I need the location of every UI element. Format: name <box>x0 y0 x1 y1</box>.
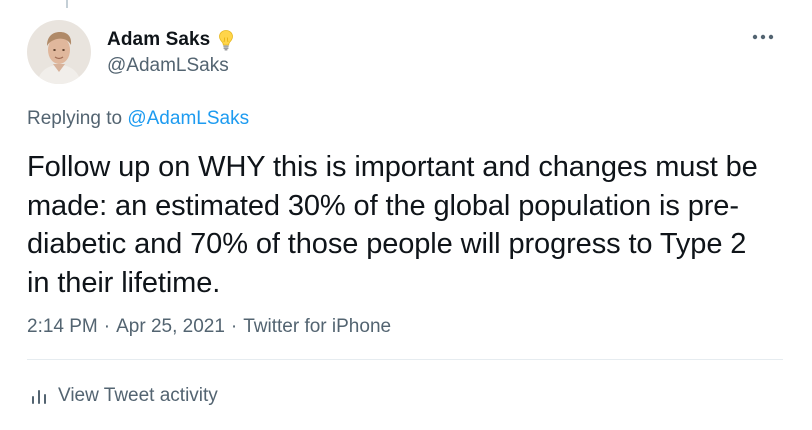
meta-separator: · <box>230 316 238 337</box>
divider <box>27 359 783 360</box>
bar-chart-icon <box>32 390 46 404</box>
meta-separator: · <box>103 316 111 337</box>
tweet-time[interactable]: 2:14 PM <box>27 316 98 338</box>
view-tweet-activity-button[interactable]: View Tweet activity <box>30 385 218 407</box>
author-names: Adam Saks @AdamLSaks <box>107 28 234 77</box>
author-handle[interactable]: @AdamLSaks <box>107 55 234 77</box>
more-horizontal-icon <box>752 34 774 40</box>
avatar-image <box>27 20 91 84</box>
thread-connector-line <box>66 0 68 8</box>
tweet-text: Follow up on WHY this is important and c… <box>27 151 758 299</box>
more-options-button[interactable] <box>748 26 778 48</box>
tweet-meta: 2:14 PM · Apr 25, 2021 · Twitter for iPh… <box>27 316 391 338</box>
replying-to-label: Replying to <box>27 108 128 129</box>
replying-to: Replying to @AdamLSaks <box>27 108 249 130</box>
reply-mention-link[interactable]: @AdamLSaks <box>127 108 249 129</box>
tweet-header: Adam Saks @AdamLSaks <box>27 20 792 90</box>
view-tweet-activity-label: View Tweet activity <box>58 385 218 406</box>
tweet-source[interactable]: Twitter for iPhone <box>243 316 391 338</box>
tweet-date[interactable]: Apr 25, 2021 <box>116 316 225 338</box>
display-name[interactable]: Adam Saks <box>107 29 210 51</box>
avatar[interactable] <box>27 20 91 84</box>
lightbulb-icon <box>218 29 234 51</box>
